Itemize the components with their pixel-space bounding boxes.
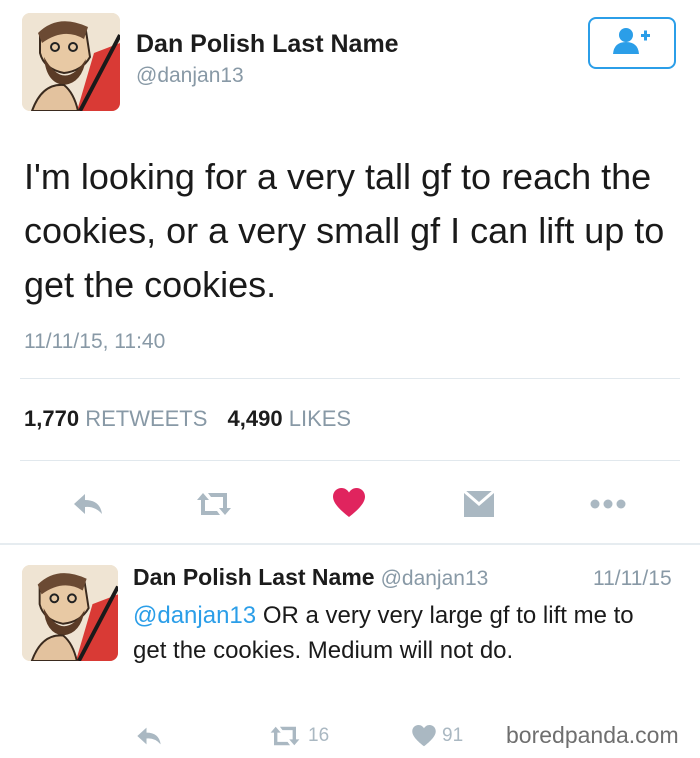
reply-retweet-count: 16 (308, 725, 330, 746)
tweet-timestamp[interactable]: 11/11/15, 11:40 (24, 330, 165, 354)
reply-date[interactable]: 11/11/15 (593, 567, 672, 591)
retweets-count[interactable]: 1,770 (24, 406, 79, 431)
retweet-icon (197, 493, 231, 515)
like-button[interactable] (330, 485, 368, 521)
author-name[interactable]: Dan Polish Last Name (136, 30, 399, 59)
reply-button[interactable] (68, 487, 108, 521)
retweet-button[interactable] (192, 487, 236, 521)
follow-button[interactable] (588, 17, 676, 69)
heart-icon (412, 725, 436, 747)
retweets-label[interactable]: RETWEETS (85, 406, 207, 431)
message-button[interactable] (458, 487, 500, 521)
reply-icon (74, 494, 102, 514)
more-icon (590, 499, 626, 509)
reply-text: @danjan13 OR a very very large gf to lif… (133, 598, 673, 668)
reply-author-handle[interactable]: @danjan13 (381, 567, 489, 590)
reply-header: Dan Polish Last Name @danjan13 (133, 564, 488, 591)
reply-author-name[interactable]: Dan Polish Last Name (133, 564, 375, 590)
likes-label[interactable]: LIKES (289, 406, 351, 431)
section-separator (0, 543, 700, 545)
reply-icon (137, 727, 161, 745)
reply-mention[interactable]: @danjan13 (133, 602, 256, 629)
retweet-icon (270, 726, 300, 746)
likes-count[interactable]: 4,490 (228, 406, 283, 431)
add-user-icon (612, 27, 652, 60)
reply-like-count: 91 (442, 725, 464, 746)
author-avatar[interactable] (22, 13, 120, 111)
reply-like-button[interactable]: 91 (412, 722, 463, 750)
tweet-text: I'm looking for a very tall gf to reach … (24, 156, 665, 305)
divider (20, 378, 680, 379)
reply-reply-button[interactable] (134, 723, 164, 749)
author-handle[interactable]: @danjan13 (136, 64, 244, 88)
tweet-stats: 1,770 RETWEETS 4,490 LIKES (24, 406, 365, 432)
watermark: boredpanda.com (506, 722, 679, 748)
heart-icon (333, 488, 365, 517)
more-button[interactable] (588, 492, 628, 516)
message-icon (464, 491, 494, 517)
divider (20, 460, 680, 461)
reply-author-avatar[interactable] (22, 565, 118, 661)
reply-retweet-button[interactable]: 16 (268, 722, 329, 750)
